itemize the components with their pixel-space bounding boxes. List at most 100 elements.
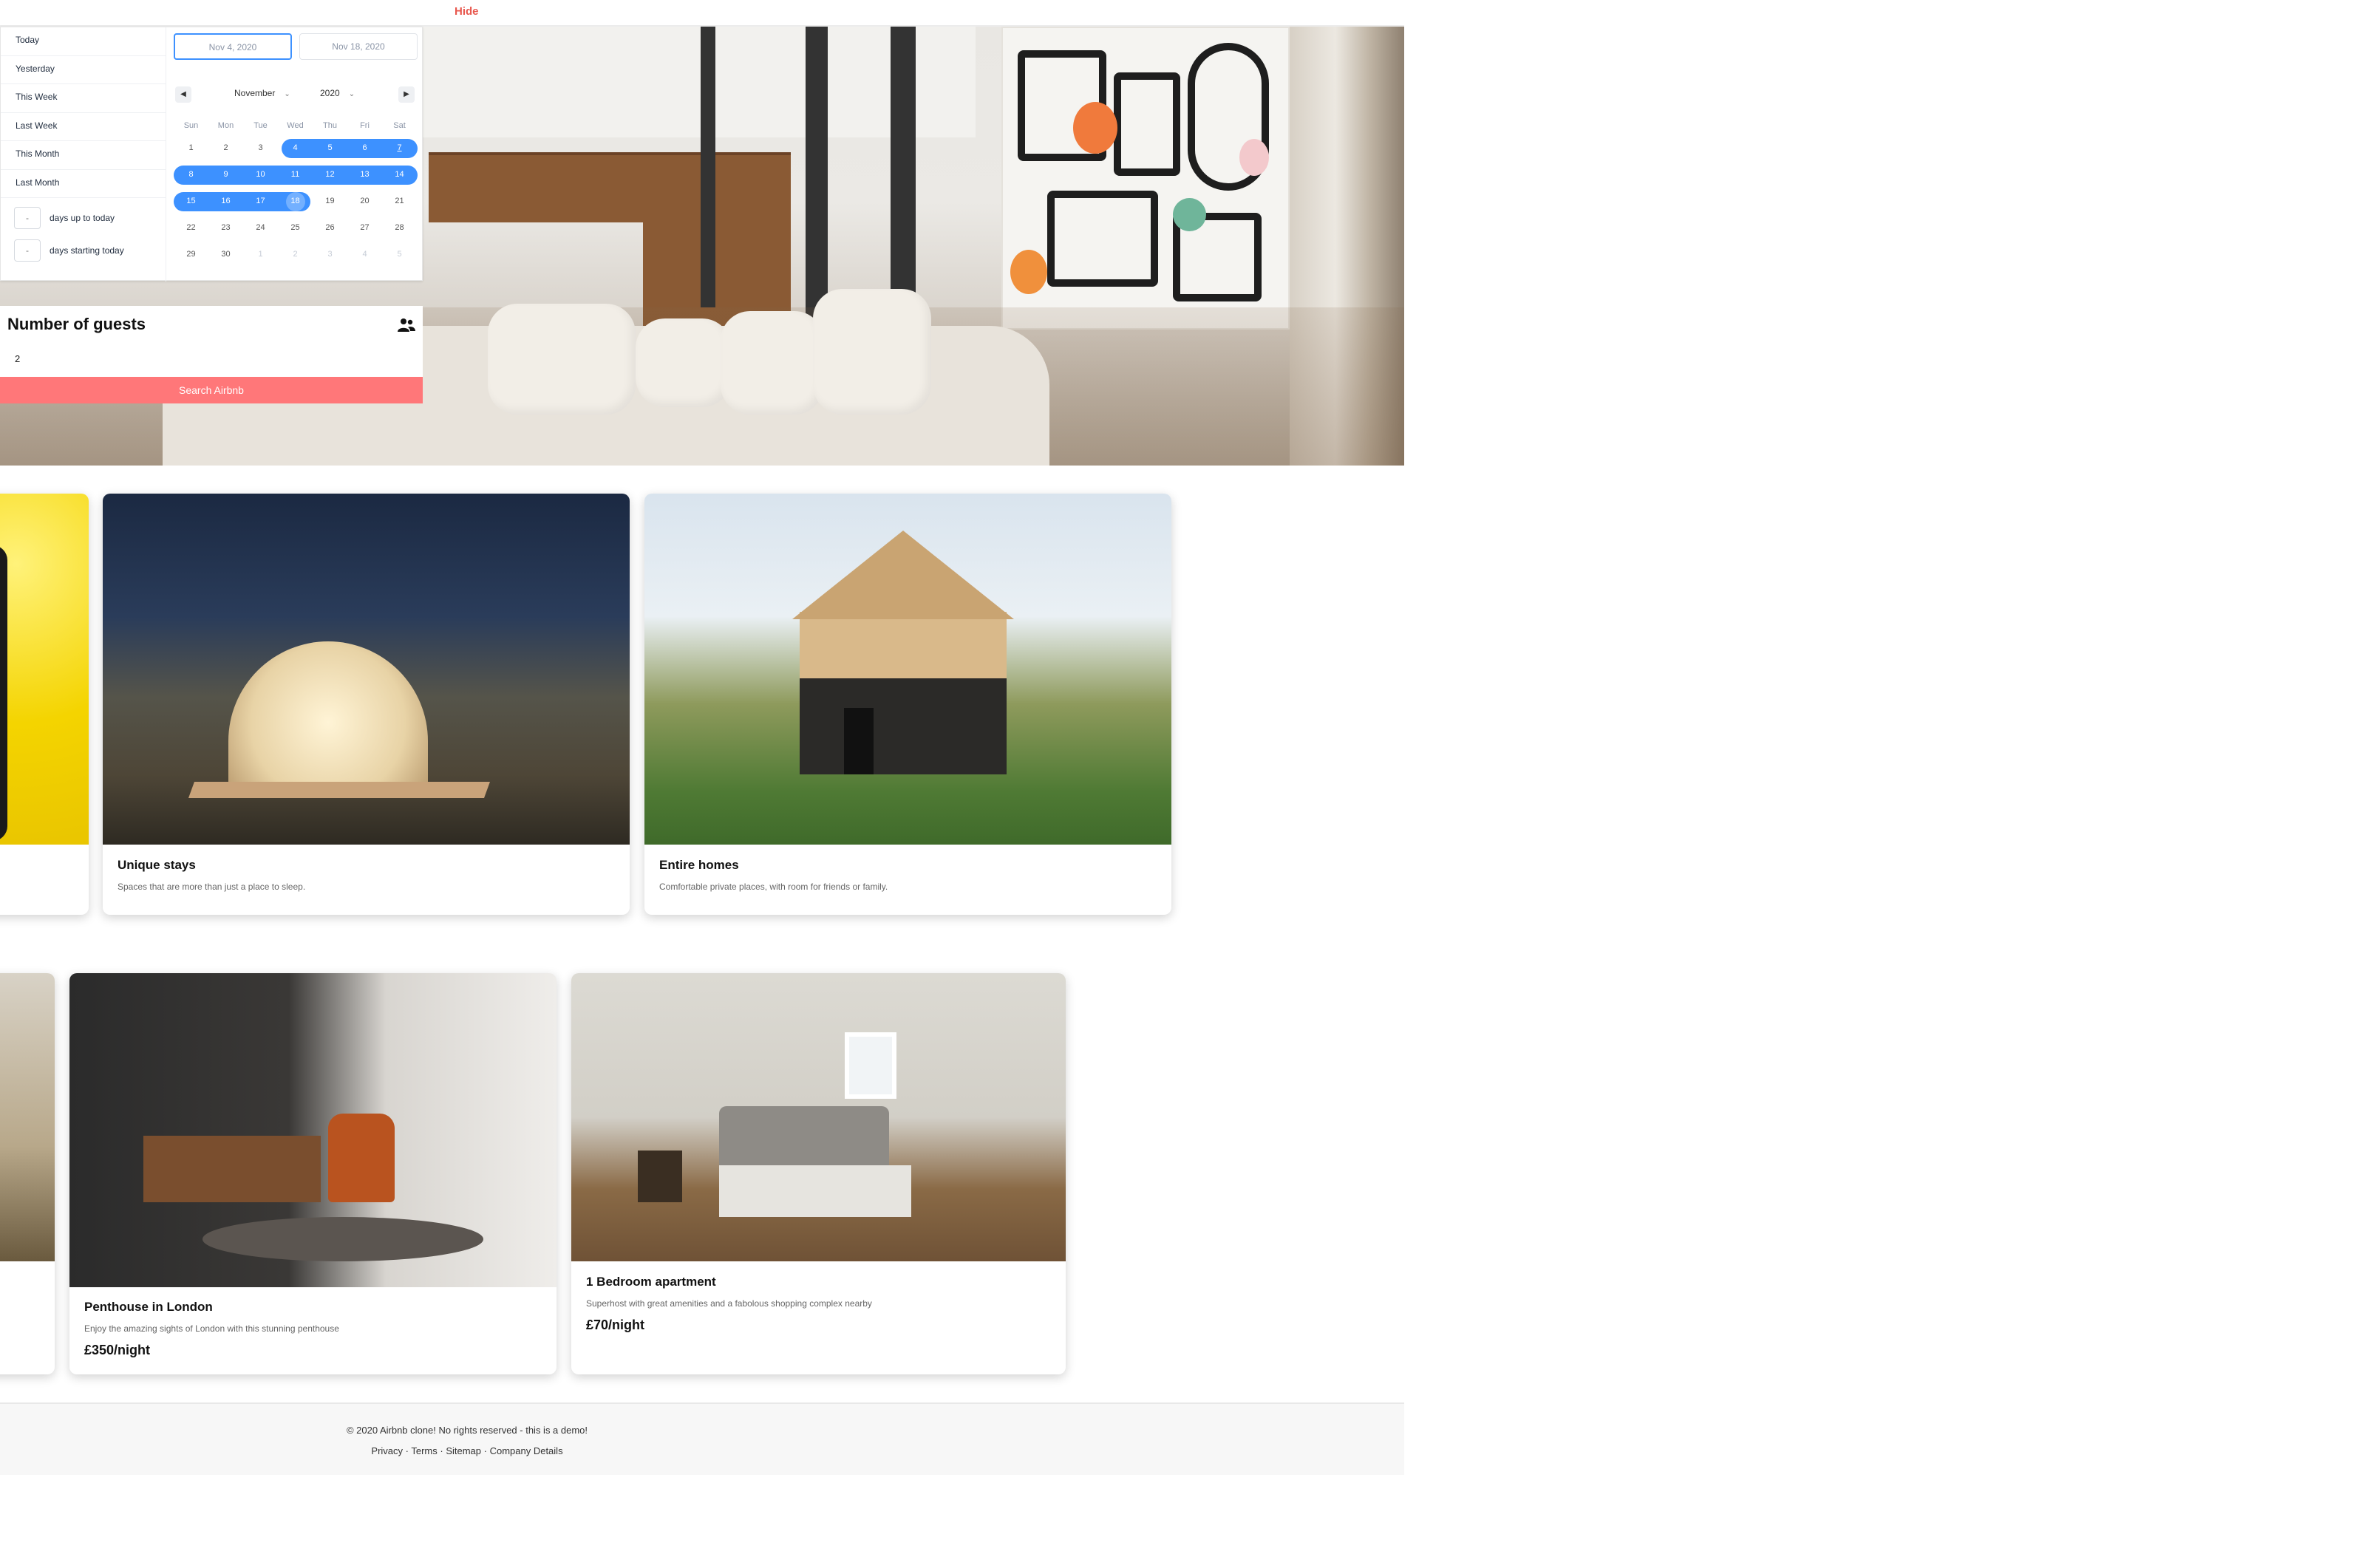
entire-homes-image (644, 494, 1171, 845)
category-card-unique-stays[interactable]: Unique stays Spaces that are more than j… (103, 494, 630, 915)
weekday-label: Tue (253, 121, 268, 130)
calendar-day[interactable]: 5 (313, 138, 347, 157)
calendar-week: 1 2 3 4 5 6 7 (174, 138, 418, 160)
calendar-day[interactable]: 1 (174, 138, 208, 157)
calendar-day[interactable]: 29 (174, 245, 208, 264)
calendar-day-next-month[interactable]: 2 (278, 245, 313, 264)
chevron-down-icon: ⌄ (284, 90, 290, 98)
date-range-picker: Today Yesterday This Week Last Week This… (0, 27, 423, 282)
guests-title: Number of guests (7, 315, 146, 333)
calendar-day[interactable]: 28 (382, 218, 417, 237)
hero-pillar (701, 27, 715, 307)
calendar-day[interactable]: 12 (313, 165, 347, 184)
calendar-day[interactable]: 19 (313, 191, 347, 211)
calendar-day[interactable]: 2 (208, 138, 243, 157)
hero-cabinet (429, 152, 643, 222)
next-month-button[interactable]: ▶ (398, 86, 415, 103)
category-card-entire-homes[interactable]: Entire homes Comfortable private places,… (644, 494, 1171, 915)
start-date-field[interactable]: Nov 4, 2020 (174, 33, 292, 60)
calendar: Nov 4, 2020 Nov 18, 2020 ◀ November ⌄ 202… (166, 27, 423, 282)
calendar-day-next-month[interactable]: 1 (243, 245, 278, 264)
company-details-link[interactable]: Company Details (490, 1445, 563, 1456)
hero-wall-art (1001, 27, 1290, 330)
category-image (0, 494, 89, 845)
card-price: £350/night (84, 1343, 151, 1357)
end-date-field[interactable]: Nov 18, 2020 (299, 33, 418, 60)
weekday-label: Thu (323, 121, 337, 130)
calendar-day[interactable]: 21 (382, 191, 417, 211)
range-today[interactable]: Today (1, 27, 166, 56)
calendar-day[interactable]: 15 (174, 191, 208, 211)
link-separator: · (403, 1445, 412, 1456)
penthouse-image (69, 973, 557, 1287)
calendar-day[interactable]: 27 (347, 218, 382, 237)
sitemap-link[interactable]: Sitemap (446, 1445, 481, 1456)
calendar-day-next-month[interactable]: 5 (382, 245, 417, 264)
days-starting-today-row: - days starting today (1, 234, 166, 266)
calendar-week: 8 9 10 11 12 13 14 (174, 165, 418, 187)
calendar-day[interactable]: 10 (243, 165, 278, 184)
range-last-week[interactable]: Last Week (1, 113, 166, 141)
people-icon (398, 318, 415, 332)
calendar-day[interactable]: 6 (347, 138, 382, 157)
card-title: Unique stays (118, 858, 196, 872)
calendar-day-next-month[interactable]: 3 (313, 245, 347, 264)
calendar-day-start[interactable]: 4 (278, 138, 313, 157)
calendar-day[interactable]: 23 (208, 218, 243, 237)
chevron-down-icon: ⌄ (348, 90, 355, 98)
calendar-day[interactable]: 3 (243, 138, 278, 157)
range-this-month[interactable]: This Month (1, 141, 166, 170)
search-button[interactable]: Search Airbnb (0, 377, 423, 403)
days-starting-today-input[interactable]: - (14, 239, 41, 262)
range-last-month[interactable]: Last Month (1, 170, 166, 198)
preset-ranges: Today Yesterday This Week Last Week This… (1, 27, 166, 282)
link-separator: · (481, 1445, 490, 1456)
calendar-day[interactable]: 11 (278, 165, 313, 184)
listing-card-1-bedroom[interactable]: 1 Bedroom apartment Superhost with great… (571, 973, 1066, 1374)
year-select[interactable]: 2020 ⌄ (320, 88, 355, 98)
weekday-label: Sun (183, 121, 199, 130)
prev-month-button[interactable]: ◀ (175, 86, 191, 103)
days-up-to-today-label: days up to today (50, 213, 115, 223)
calendar-day[interactable]: 8 (174, 165, 208, 184)
month-select[interactable]: November ⌄ (234, 88, 290, 98)
hide-button[interactable]: Hide (455, 5, 479, 18)
hero-cushion (721, 311, 824, 415)
calendar-day-end[interactable]: 18 (278, 191, 313, 211)
calendar-day-today[interactable]: 7 (382, 138, 417, 157)
range-yesterday[interactable]: Yesterday (1, 56, 166, 84)
card-title: 1 Bedroom apartment (586, 1275, 716, 1289)
weekday-label: Sat (393, 121, 406, 130)
calendar-day[interactable]: 13 (347, 165, 382, 184)
top-bar: Hide (0, 0, 1404, 27)
hero-pillar (891, 27, 916, 322)
bedroom-image (571, 973, 1066, 1261)
days-up-to-today-row: - days up to today (1, 201, 166, 234)
listing-card-partial[interactable] (0, 973, 55, 1374)
calendar-day[interactable]: 24 (243, 218, 278, 237)
hero-cushion (813, 289, 931, 415)
card-description: Comfortable private places, with room fo… (659, 882, 888, 892)
calendar-day[interactable]: 9 (208, 165, 243, 184)
calendar-day[interactable]: 26 (313, 218, 347, 237)
calendar-day-next-month[interactable]: 4 (347, 245, 382, 264)
listing-card-penthouse[interactable]: Penthouse in London Enjoy the amazing si… (69, 973, 557, 1374)
category-card-partial[interactable] (0, 494, 89, 915)
calendar-day[interactable]: 25 (278, 218, 313, 237)
calendar-day[interactable]: 14 (382, 165, 417, 184)
guests-input[interactable]: 2 (15, 353, 20, 364)
calendar-day[interactable]: 17 (243, 191, 278, 211)
weekday-header: Sun Mon Tue Wed Thu Fri Sat (174, 116, 418, 138)
month-value: November (234, 88, 276, 98)
calendar-day[interactable]: 30 (208, 245, 243, 264)
calendar-day[interactable]: 20 (347, 191, 382, 211)
card-price: £70/night (586, 1318, 645, 1332)
privacy-link[interactable]: Privacy (371, 1445, 403, 1456)
calendar-week: 15 16 17 18 19 20 21 (174, 191, 418, 214)
calendar-day[interactable]: 22 (174, 218, 208, 237)
terms-link[interactable]: Terms (411, 1445, 437, 1456)
days-up-to-today-input[interactable]: - (14, 207, 41, 229)
days-starting-today-label: days starting today (50, 245, 124, 256)
calendar-day[interactable]: 16 (208, 191, 243, 211)
range-this-week[interactable]: This Week (1, 84, 166, 113)
